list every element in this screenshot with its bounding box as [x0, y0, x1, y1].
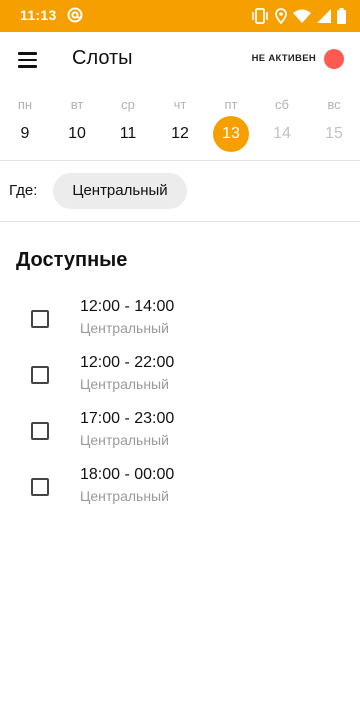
status-icons: [251, 7, 346, 25]
slot-checkbox[interactable]: [31, 310, 49, 328]
page-title: Слоты: [72, 47, 133, 69]
slot-checkbox[interactable]: [31, 366, 49, 384]
divider: [0, 160, 360, 161]
battery-icon: [337, 8, 346, 24]
slot-item[interactable]: 12:00 - 22:00 Центральный: [0, 354, 360, 410]
day-number: 15: [325, 125, 343, 142]
day-number: 10: [68, 125, 86, 142]
activity-status-label: НЕ АКТИВЕН: [251, 53, 316, 64]
day-name: чт: [173, 97, 187, 112]
calendar-day-sat[interactable]: сб 14: [262, 94, 302, 156]
calendar-day-sun[interactable]: вс 15: [314, 94, 354, 156]
slot-location: Центральный: [80, 432, 169, 448]
week-calendar: пн 9 вт 10 ср 11 чт 12 пт 13 сб 14 вс 15: [0, 94, 360, 156]
calendar-day-tue[interactable]: вт 10: [57, 94, 97, 156]
day-name: вс: [327, 97, 341, 112]
slot-item[interactable]: 17:00 - 23:00 Центральный: [0, 410, 360, 466]
slot-location: Центральный: [80, 376, 169, 392]
menu-icon[interactable]: [12, 44, 44, 76]
app-bar: Слоты НЕ АКТИВЕН: [0, 32, 360, 88]
where-label: Где:: [9, 182, 38, 199]
at-sign-icon: [67, 7, 83, 23]
day-name: пн: [17, 97, 33, 112]
slot-time: 12:00 - 14:00: [80, 298, 175, 315]
day-number: 13: [222, 125, 240, 142]
day-number: 12: [171, 125, 189, 142]
slot-time: 17:00 - 23:00: [80, 410, 175, 427]
day-name: сб: [275, 97, 289, 112]
slot-location: Центральный: [80, 488, 169, 504]
slot-checkbox[interactable]: [31, 478, 49, 496]
signal-icon: [317, 9, 331, 23]
status-time: 11:13: [20, 7, 57, 23]
activity-status-indicator[interactable]: [324, 49, 344, 69]
location-chip[interactable]: Центральный: [53, 173, 187, 209]
day-number: 9: [20, 125, 30, 142]
calendar-day-fri-selected[interactable]: пт 13: [211, 94, 251, 156]
location-icon: [275, 8, 287, 24]
day-number: 14: [273, 125, 291, 142]
calendar-day-thu[interactable]: чт 12: [160, 94, 200, 156]
section-title-available: Доступные: [16, 249, 128, 271]
slot-item[interactable]: 18:00 - 00:00 Центральный: [0, 466, 360, 522]
slot-time: 12:00 - 22:00: [80, 354, 175, 371]
status-bar: 11:13: [0, 0, 360, 32]
slot-checkbox[interactable]: [31, 422, 49, 440]
day-name: ср: [121, 97, 135, 112]
slot-item[interactable]: 12:00 - 14:00 Центральный: [0, 298, 360, 354]
calendar-day-wed[interactable]: ср 11: [108, 94, 148, 156]
slot-location: Центральный: [80, 320, 169, 336]
day-name: пт: [224, 97, 238, 112]
vibrate-icon: [252, 8, 268, 24]
wifi-icon: [293, 9, 311, 23]
divider: [0, 221, 360, 222]
slot-time: 18:00 - 00:00: [80, 466, 175, 483]
calendar-day-mon[interactable]: пн 9: [5, 94, 45, 156]
day-number: 11: [119, 125, 137, 142]
day-name: вт: [70, 97, 84, 112]
